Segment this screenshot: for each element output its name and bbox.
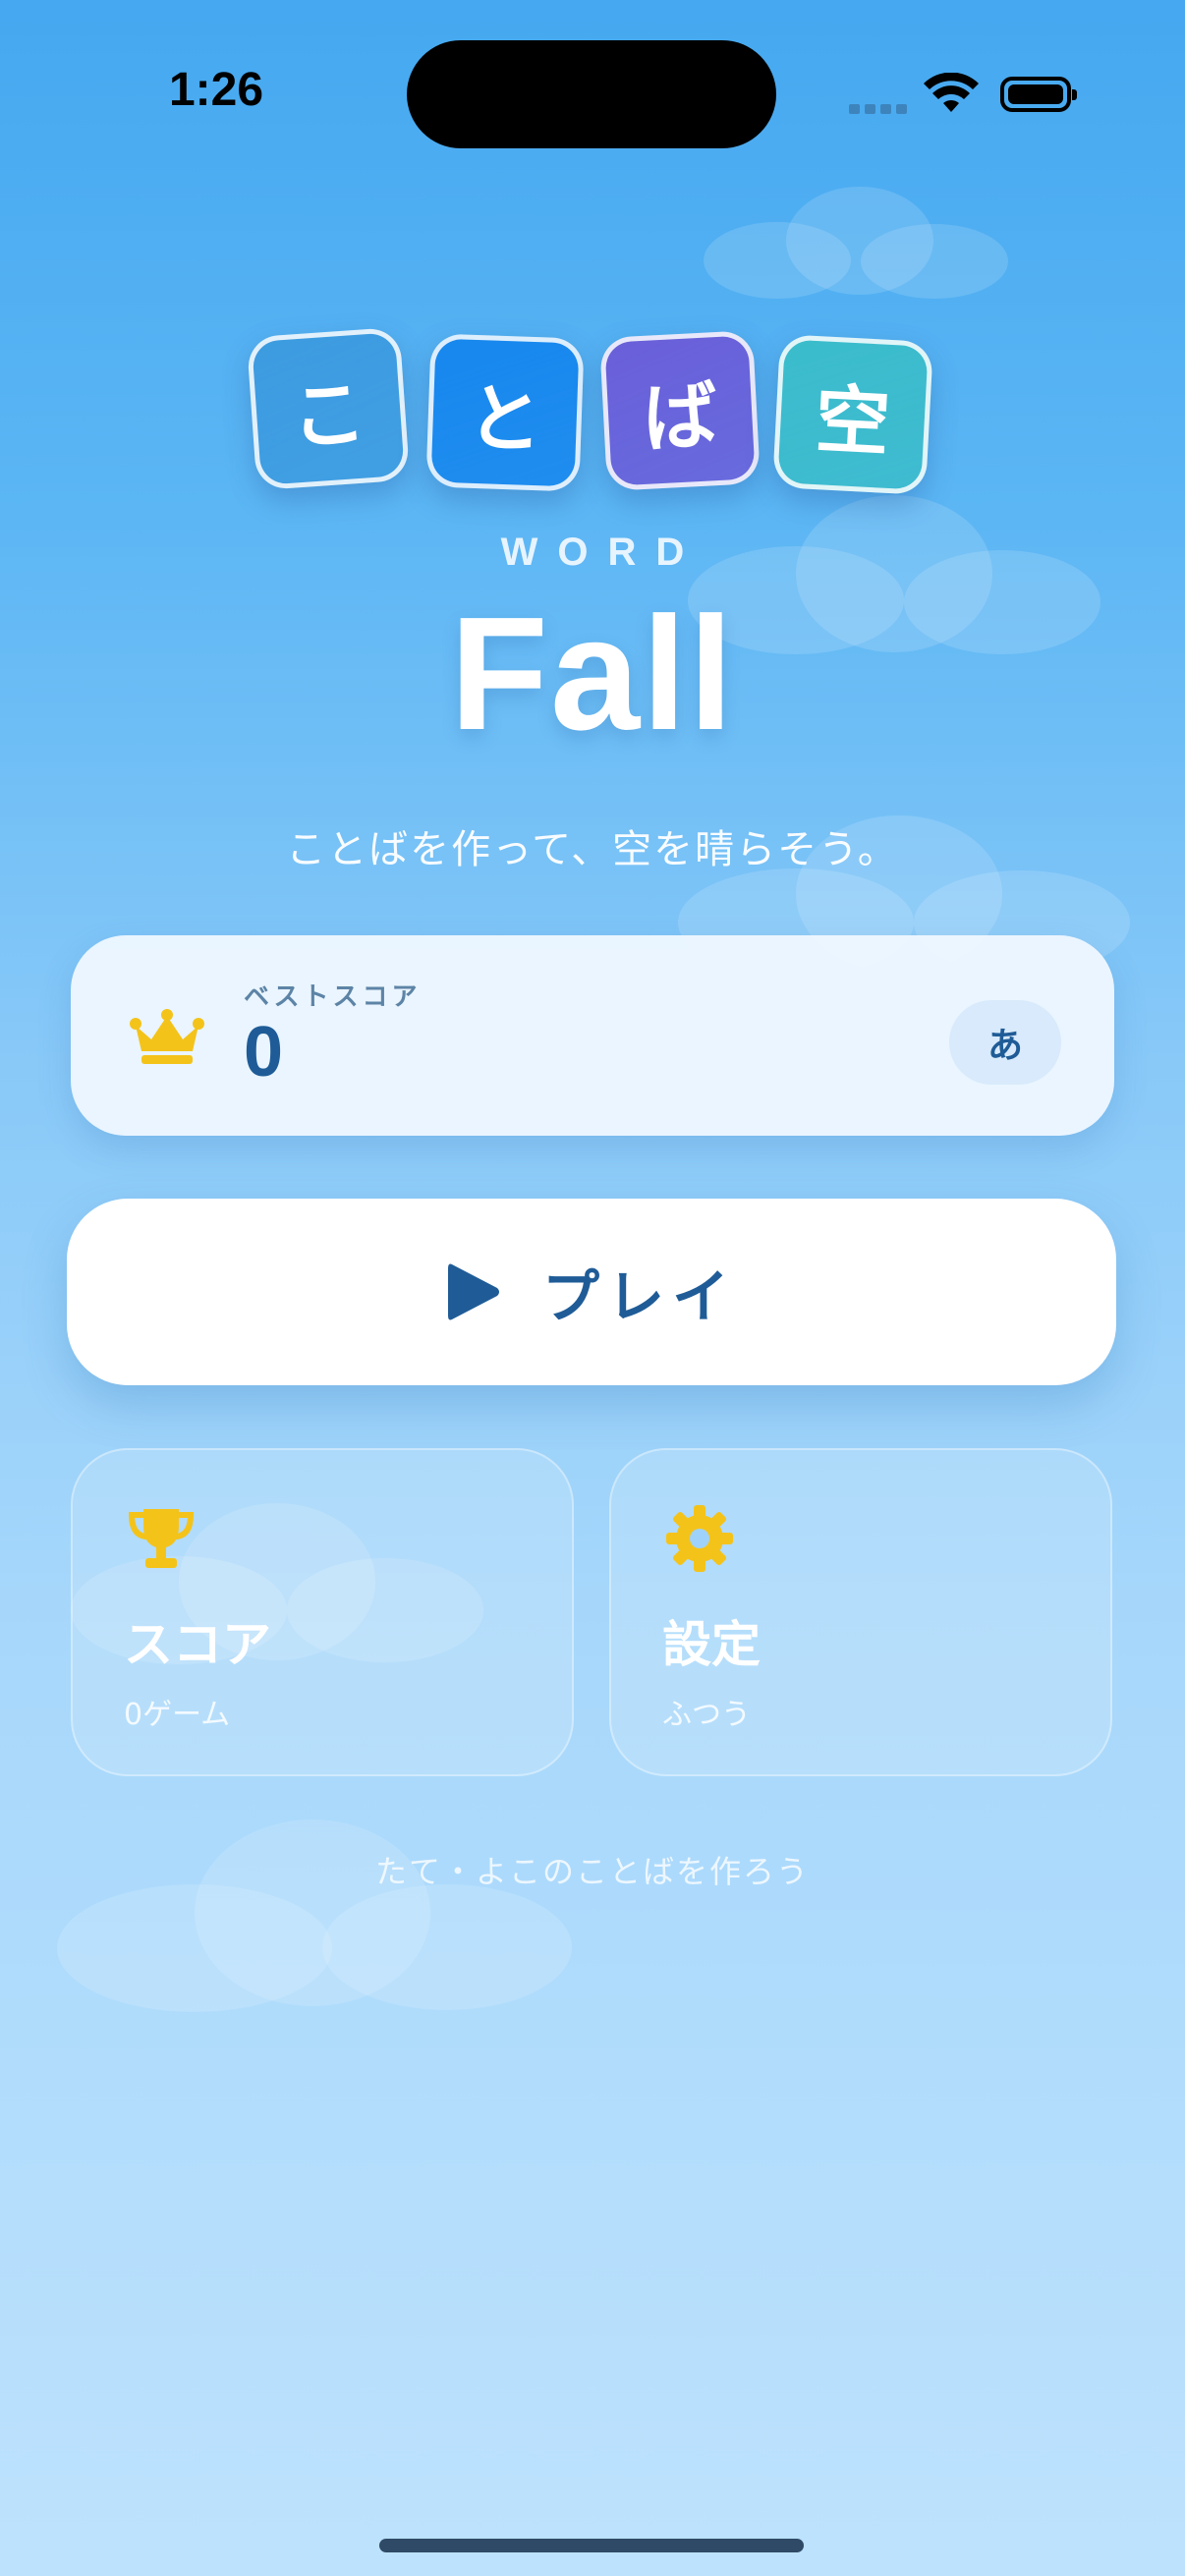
score-card-subtitle: 0ゲーム (124, 1698, 231, 1732)
logo-tile: 空 (772, 334, 933, 495)
best-score-label: ベストスコア (244, 982, 422, 1012)
hint-text: たて・よこのことばを作ろう (374, 1853, 810, 1890)
play-button[interactable]: プレイ (67, 1199, 1116, 1385)
cloud-decoration (704, 187, 1008, 305)
logo-tile: こ (246, 326, 411, 491)
settings-card-title: 設定 (662, 1616, 761, 1673)
logo-tile: ば (599, 330, 761, 491)
logo-tile: と (425, 333, 585, 492)
logo-tile-char: こ (288, 368, 369, 462)
best-score-card: ベストスコア 0 あ (71, 935, 1114, 1136)
logo-tile-char: ば (641, 371, 720, 463)
gear-icon (664, 1503, 735, 1574)
score-card-title: スコア (124, 1616, 271, 1673)
kana-mode-button[interactable]: あ (949, 1000, 1061, 1085)
cellular-signal-icon (849, 104, 908, 114)
logo-word: WORD (500, 531, 705, 574)
settings-card-subtitle: ふつう (662, 1698, 751, 1732)
logo-tile-char: と (466, 373, 544, 465)
crown-icon (130, 1008, 204, 1067)
status-time: 1:26 (168, 64, 264, 116)
home-indicator[interactable] (379, 2539, 804, 2552)
play-label: プレイ (541, 1263, 737, 1330)
best-score-value: 0 (244, 1013, 284, 1092)
tagline: ことばを作って、空を晴らそう。 (286, 827, 899, 872)
logo-tile-char: 空 (813, 375, 892, 467)
battery-icon (1000, 77, 1077, 112)
logo-title: Fall (449, 584, 736, 763)
dynamic-island (407, 40, 776, 148)
wifi-icon (924, 72, 979, 116)
trophy-icon (126, 1503, 197, 1574)
play-icon (447, 1263, 499, 1320)
score-card[interactable]: スコア 0ゲーム (71, 1448, 574, 1776)
settings-card[interactable]: 設定 ふつう (609, 1448, 1112, 1776)
